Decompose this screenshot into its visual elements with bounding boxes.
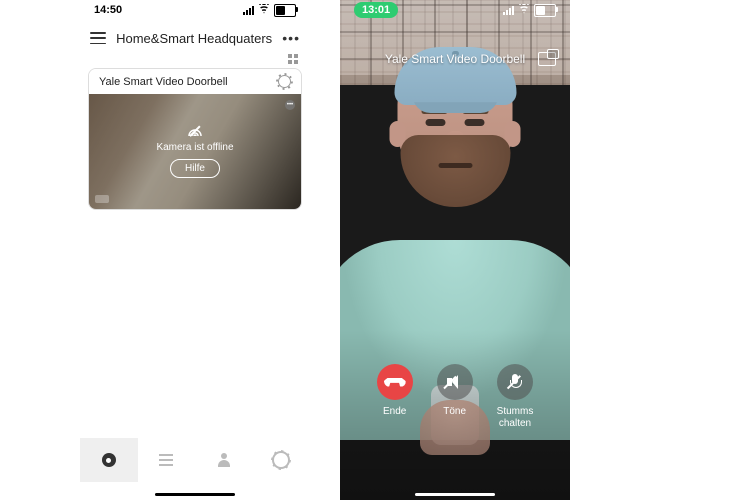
layout-grid-icon[interactable] (288, 54, 298, 64)
end-call-button[interactable]: Ende (377, 364, 413, 430)
call-title-bar: Yale Smart Video Doorbell (340, 52, 570, 66)
status-time: 14:50 (94, 4, 122, 16)
battery-icon (274, 4, 296, 17)
status-bar: 13:01 (340, 0, 570, 20)
battery-icon (534, 4, 556, 17)
gear-icon (272, 451, 290, 469)
device-card[interactable]: Yale Smart Video Doorbell ••• Kamera ist… (88, 68, 302, 210)
signal-icon (503, 6, 514, 15)
mute-button[interactable]: Stumms chalten (497, 364, 534, 430)
tab-bar (80, 438, 310, 482)
app-header: Home&Smart Headquaters ••• (80, 20, 310, 52)
wifi-icon (518, 4, 530, 17)
list-icon (159, 454, 173, 466)
end-label: Ende (383, 406, 406, 418)
status-bar: 14:50 (80, 0, 310, 20)
status-icons (503, 4, 556, 17)
menu-icon[interactable] (90, 32, 106, 44)
tab-people[interactable] (195, 438, 253, 482)
rec-badge (95, 195, 109, 203)
tones-button[interactable]: Töne (437, 364, 473, 430)
status-time: 13:01 (354, 2, 398, 18)
status-dot-icon: ••• (285, 100, 295, 110)
tab-events[interactable] (138, 438, 196, 482)
signal-icon (243, 6, 254, 15)
mute-label: Stumms chalten (497, 406, 534, 430)
device-preview[interactable]: ••• Kamera ist offline Hilfe (89, 94, 301, 209)
more-icon[interactable]: ••• (282, 30, 300, 46)
location-title[interactable]: Home&Smart Headquaters (116, 31, 272, 46)
help-button[interactable]: Hilfe (170, 159, 220, 178)
speaker-off-icon (447, 375, 463, 389)
pip-icon[interactable] (538, 52, 556, 66)
home-indicator[interactable] (155, 493, 235, 496)
call-title: Yale Smart Video Doorbell (385, 52, 525, 66)
status-icons (243, 4, 296, 17)
wifi-off-icon (188, 126, 202, 136)
device-card-header: Yale Smart Video Doorbell (89, 69, 301, 94)
person-icon (217, 453, 231, 467)
call-screen: 13:01 Yale Smart Video Doorbell Ende Tön… (340, 0, 570, 500)
home-indicator[interactable] (415, 493, 495, 496)
tab-cameras[interactable] (80, 438, 138, 482)
call-controls: Ende Töne Stumms chalten (340, 364, 570, 430)
offline-text: Kamera ist offline (156, 142, 233, 153)
tab-settings[interactable] (253, 438, 311, 482)
wifi-icon (258, 4, 270, 17)
device-name: Yale Smart Video Doorbell (99, 76, 228, 88)
mic-off-icon (510, 374, 520, 390)
hangup-icon (384, 378, 406, 387)
tones-label: Töne (443, 406, 466, 418)
home-screen: 14:50 Home&Smart Headquaters ••• Yale Sm… (80, 0, 310, 500)
camera-icon (102, 453, 116, 467)
gear-icon[interactable] (278, 75, 291, 88)
